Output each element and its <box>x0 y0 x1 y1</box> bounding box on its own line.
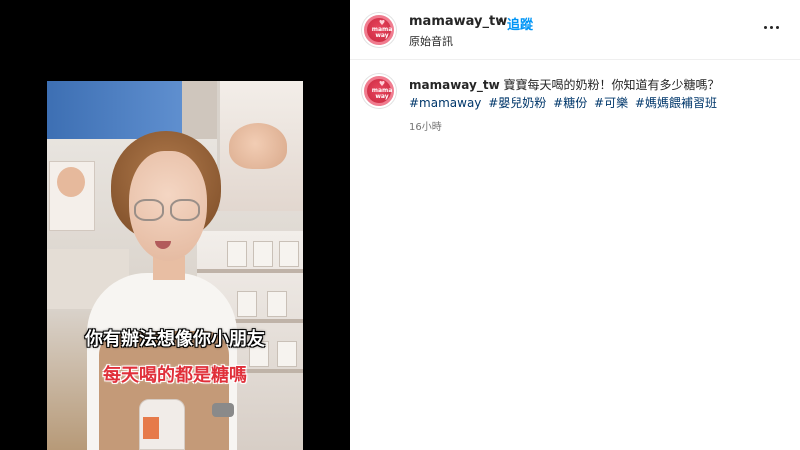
reel-video[interactable]: 你有辦法想像你小朋友 每天喝的都是糖嗎 <box>47 81 303 450</box>
avatar-logo: ♥ mama way <box>367 79 392 103</box>
product-box <box>253 241 273 267</box>
product-box <box>227 241 247 267</box>
hashtag-list: #mamaway #嬰兒奶粉 #糖份 #可樂 #媽媽餵補習班 <box>409 94 789 112</box>
hashtag-link[interactable]: #嬰兒奶粉 <box>488 96 546 110</box>
hashtag-link[interactable]: #媽媽餵補習班 <box>635 96 717 110</box>
product-box <box>279 241 299 267</box>
video-glasses-right <box>170 199 200 221</box>
avatar-logo-text: mama way <box>371 87 393 100</box>
more-dot <box>770 26 773 29</box>
more-dot <box>776 26 779 29</box>
product-box <box>237 291 257 317</box>
audio-link[interactable]: 原始音訊 <box>409 33 453 49</box>
post-header: ♥ mama way mamaway_tw • 追蹤 原始音訊 <box>350 0 800 60</box>
post-timestamp[interactable]: 16小時 <box>409 118 442 133</box>
video-toddler-image <box>57 167 85 197</box>
more-dot <box>764 26 767 29</box>
shelf-row <box>197 269 303 273</box>
avatar-logo: ♥ mama way <box>367 18 392 42</box>
more-options-icon[interactable] <box>762 20 782 36</box>
caption-text: 寶寶每天喝的奶粉！你知道有多少糖嗎？ <box>499 78 720 92</box>
username-link[interactable]: mamaway_tw <box>409 14 507 29</box>
post-pane: ♥ mama way mamaway_tw • 追蹤 原始音訊 ♥ mama w… <box>350 0 800 450</box>
post-caption: mamaway_tw 寶寶每天喝的奶粉！你知道有多少糖嗎？ <box>409 76 789 94</box>
video-bottle-label <box>143 417 159 439</box>
video-glasses-left <box>134 199 164 221</box>
hashtag-link[interactable]: #mamaway <box>409 96 481 110</box>
caption-avatar[interactable]: ♥ mama way <box>362 74 396 108</box>
hashtag-link[interactable]: #可樂 <box>594 96 628 110</box>
caption-username-link[interactable]: mamaway_tw <box>409 78 500 92</box>
hashtag-link[interactable]: #糖份 <box>553 96 587 110</box>
media-pane: 你有辦法想像你小朋友 每天喝的都是糖嗎 <box>0 0 350 450</box>
video-person-watch <box>212 403 234 417</box>
video-baby-image <box>229 123 287 169</box>
video-subtitle-line-1: 你有辦法想像你小朋友 <box>85 329 265 350</box>
header-separator: • <box>497 14 505 29</box>
profile-avatar[interactable]: ♥ mama way <box>362 13 396 47</box>
follow-button[interactable]: 追蹤 <box>507 14 533 33</box>
video-subtitle-line-2: 每天喝的都是糖嗎 <box>103 365 247 386</box>
avatar-logo-text: mama way <box>371 26 393 39</box>
product-box <box>267 291 287 317</box>
